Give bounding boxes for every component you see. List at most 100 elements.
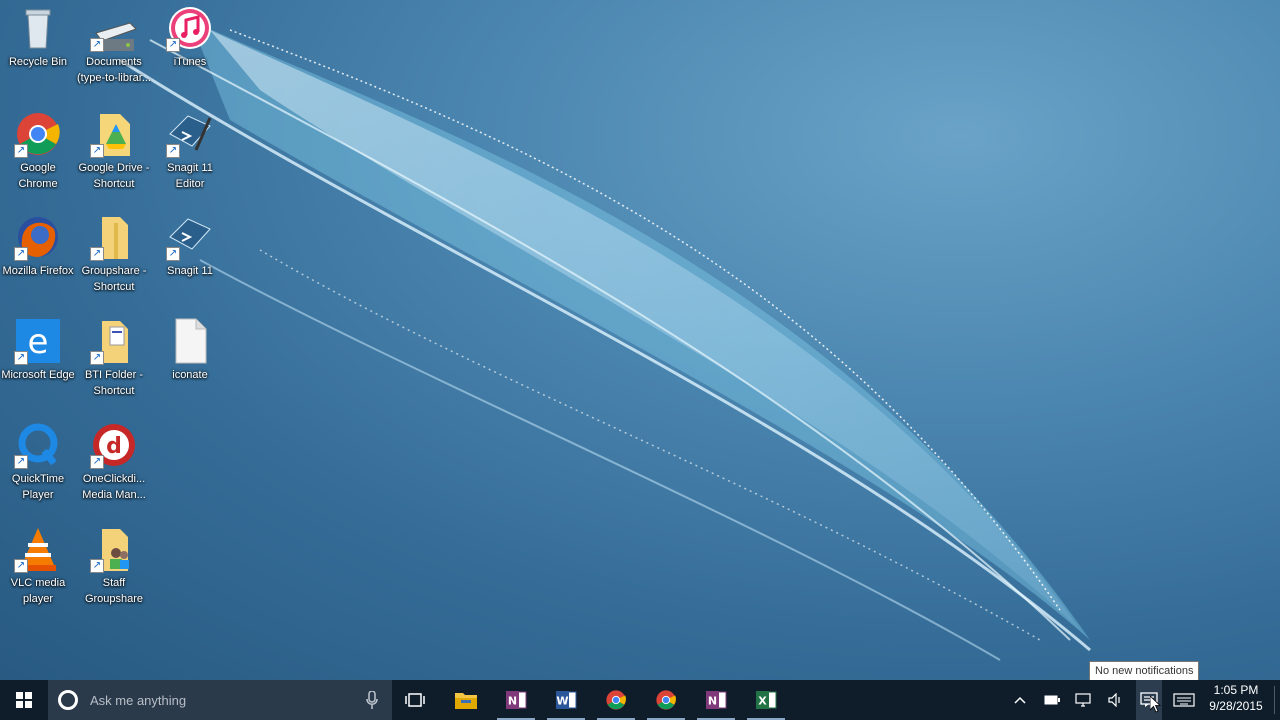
desktop-icon-label: Google Drive - Shortcut	[78, 162, 150, 190]
taskbar-app-file-explorer[interactable]	[443, 680, 489, 720]
shortcut-arrow-icon: ↗	[90, 455, 104, 469]
shortcut-arrow-icon: ↗	[166, 247, 180, 261]
task-view-icon	[405, 693, 425, 707]
word-icon: W	[556, 691, 577, 709]
shortcut-arrow-icon: ↗	[90, 144, 104, 158]
desktop-icon-label: VLC media player	[10, 577, 66, 605]
svg-text:e: e	[28, 322, 49, 362]
desktop-icon-label: QuickTime Player	[11, 473, 65, 501]
onenote-icon: N	[706, 691, 727, 709]
desktop-icon-staff-groupshare[interactable]: ↗ Staff Groupshare	[76, 525, 152, 607]
taskbar-app-onenote[interactable]: N	[493, 680, 539, 720]
desktop-icon-itunes[interactable]: ↗ iTunes	[152, 4, 228, 70]
search-input[interactable]	[88, 691, 352, 709]
chrome-icon	[656, 690, 676, 710]
shortcut-arrow-icon: ↗	[90, 38, 104, 52]
shortcut-arrow-icon: ↗	[90, 247, 104, 261]
desktop-icon-mozilla-firefox[interactable]: ↗ Mozilla Firefox	[0, 213, 76, 279]
desktop-icon-recycle-bin[interactable]: Recycle Bin	[0, 4, 76, 70]
chevron-up-icon	[1014, 696, 1026, 704]
desktop-icon-google-chrome[interactable]: ↗ Google Chrome	[0, 110, 76, 192]
shortcut-arrow-icon: ↗	[90, 559, 104, 573]
taskbar-clock[interactable]: 1:05 PM 9/28/2015	[1206, 682, 1266, 714]
shortcut-arrow-icon: ↗	[14, 144, 28, 158]
svg-text:d: d	[106, 434, 122, 459]
desktop-icon-oneclick[interactable]: d ↗ OneClickdi... Media Man...	[76, 421, 152, 503]
shortcut-arrow-icon: ↗	[166, 144, 180, 158]
svg-text:N: N	[708, 695, 717, 708]
taskbar-app-chrome[interactable]	[593, 680, 639, 720]
show-desktop-button[interactable]	[1274, 686, 1275, 714]
desktop-icon-label: iTunes	[173, 56, 207, 68]
blank-file-icon	[166, 317, 214, 365]
show-hidden-icons-button[interactable]	[1008, 680, 1032, 720]
desktop-icon-label: Snagit 11	[167, 265, 213, 277]
cortana-icon	[58, 690, 78, 710]
svg-text:X: X	[758, 695, 767, 708]
shortcut-arrow-icon: ↗	[90, 351, 104, 365]
shortcut-arrow-icon: ↗	[166, 38, 180, 52]
desktop[interactable]: Recycle Bin ↗ Google Chrome ↗ Mozilla Fi…	[0, 0, 1280, 680]
shortcut-arrow-icon: ↗	[14, 351, 28, 365]
desktop-icon-snagit[interactable]: ↗ Snagit 11	[152, 213, 228, 279]
desktop-icon-label: OneClickdi... Media Man...	[82, 473, 146, 501]
desktop-icon-label: Google Chrome	[18, 162, 58, 190]
shortcut-arrow-icon: ↗	[14, 559, 28, 573]
mouse-cursor-icon	[1150, 696, 1161, 713]
microphone-icon[interactable]	[366, 691, 378, 709]
tray-volume[interactable]	[1104, 680, 1128, 720]
desktop-icon-label: Recycle Bin	[8, 56, 68, 68]
network-icon	[1075, 693, 1091, 707]
taskbar-app-chrome-2[interactable]	[643, 680, 689, 720]
clock-time: 1:05 PM	[1213, 683, 1259, 697]
shortcut-arrow-icon: ↗	[14, 455, 28, 469]
taskbar-app-word[interactable]: W	[543, 680, 589, 720]
notifications-tooltip: No new notifications	[1089, 661, 1200, 680]
desktop-icon-documents[interactable]: ↗ Documents (type-to-librar...	[76, 14, 152, 86]
desktop-icon-label: Snagit 11 Editor	[167, 162, 213, 190]
task-view-button[interactable]	[392, 680, 438, 720]
desktop-icon-vlc[interactable]: ↗ VLC media player	[0, 525, 76, 607]
taskbar-app-excel[interactable]: X	[743, 680, 789, 720]
cortana-search-box[interactable]	[48, 680, 392, 720]
onenote-icon: N	[506, 691, 527, 709]
keyboard-icon	[1173, 693, 1195, 707]
battery-icon	[1044, 695, 1060, 705]
chrome-icon: ↗	[14, 110, 62, 158]
folder-doc-icon: ↗	[90, 317, 138, 365]
desktop-icon-label: BTI Folder - Shortcut	[84, 369, 144, 397]
file-explorer-icon	[455, 693, 477, 709]
chrome-icon	[606, 690, 626, 710]
drive-icon: ↗	[90, 14, 138, 52]
folder-users-icon: ↗	[90, 525, 138, 573]
desktop-icon-microsoft-edge[interactable]: e ↗ Microsoft Edge	[0, 317, 76, 383]
start-button[interactable]	[0, 680, 48, 720]
svg-text:N: N	[508, 695, 517, 708]
desktop-icon-iconate[interactable]: iconate	[152, 317, 228, 383]
desktop-icon-label: Microsoft Edge	[1, 369, 75, 381]
google-drive-folder-icon: ↗	[90, 110, 138, 158]
desktop-icon-groupshare[interactable]: ↗ Groupshare - Shortcut	[76, 213, 152, 295]
itunes-icon: ↗	[166, 4, 214, 52]
snagit-editor-icon: ↗	[166, 110, 214, 158]
desktop-icon-snagit-editor[interactable]: ↗ Snagit 11 Editor	[152, 110, 228, 192]
desktop-icon-label: iconate	[172, 369, 208, 381]
edge-icon: e ↗	[14, 317, 62, 365]
touch-keyboard-button[interactable]	[1170, 680, 1198, 720]
tray-network[interactable]	[1072, 680, 1096, 720]
clock-date: 9/28/2015	[1209, 699, 1263, 713]
volume-icon	[1108, 693, 1120, 707]
action-center-button[interactable]	[1136, 680, 1162, 720]
desktop-icon-label: Mozilla Firefox	[2, 265, 74, 277]
tray-battery[interactable]	[1040, 680, 1064, 720]
taskbar-app-onenote-2[interactable]: N	[693, 680, 739, 720]
desktop-icon-label: Groupshare - Shortcut	[81, 265, 147, 293]
desktop-icon-bti-folder[interactable]: ↗ BTI Folder - Shortcut	[76, 317, 152, 399]
desktop-icon-google-drive[interactable]: ↗ Google Drive - Shortcut	[76, 110, 152, 192]
recycle-bin-icon	[14, 4, 62, 52]
desktop-icon-label: Staff Groupshare	[84, 577, 144, 605]
folder-icon: ↗	[90, 213, 138, 261]
vlc-icon: ↗	[14, 525, 62, 573]
desktop-icon-quicktime[interactable]: ↗ QuickTime Player	[0, 421, 76, 503]
shortcut-arrow-icon: ↗	[14, 247, 28, 261]
